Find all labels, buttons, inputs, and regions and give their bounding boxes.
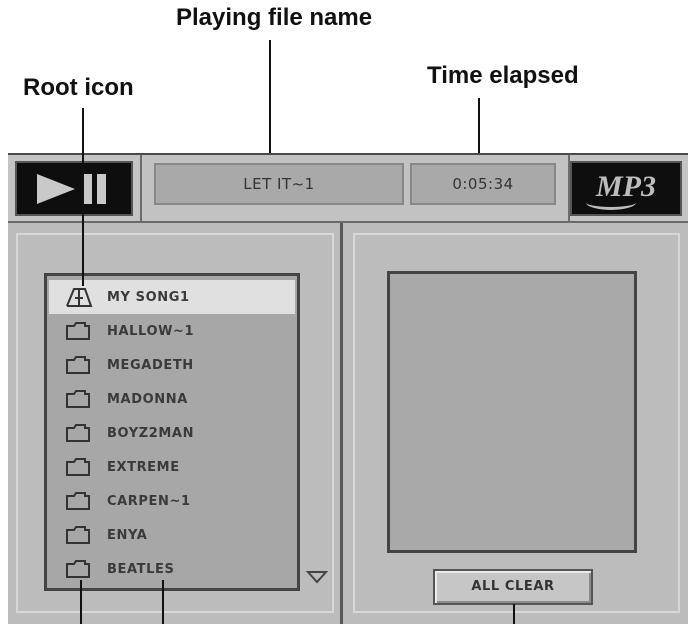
folder-icon	[66, 526, 90, 544]
mp3-swoosh-icon	[586, 195, 636, 210]
leader-line-playing-file-name	[269, 40, 271, 168]
callout-playing-file-name: Playing file name	[176, 4, 373, 31]
folder-icon	[66, 322, 90, 340]
folder-list: MY SONG1 HALLOW~1 MEGADETH MADONNA BOYZ2…	[44, 273, 300, 591]
program-list-area	[387, 271, 637, 553]
list-item[interactable]: ENYA	[49, 518, 295, 552]
folder-icon	[66, 356, 90, 374]
callout-root-icon: Root icon	[23, 74, 134, 101]
list-item[interactable]: MY SONG1	[49, 280, 295, 314]
play-icon	[37, 174, 75, 204]
list-item[interactable]: CARPEN~1	[49, 484, 295, 518]
leader-line-folder-name	[162, 580, 164, 624]
list-item-label: ENYA	[107, 527, 148, 543]
list-item-label: MADONNA	[107, 391, 188, 407]
root-icon	[66, 288, 93, 307]
list-item[interactable]: MADONNA	[49, 382, 295, 416]
list-item[interactable]: BOYZ2MAN	[49, 416, 295, 450]
list-item-label: EXTREME	[107, 459, 180, 475]
leader-line-folder-icon	[80, 580, 82, 624]
leader-line-root-icon	[82, 108, 84, 286]
leader-line-all-clear	[513, 604, 515, 624]
program-pane: ALL CLEAR	[343, 223, 688, 624]
all-clear-button[interactable]: ALL CLEAR	[433, 569, 593, 605]
playing-file-name-display: LET IT~1	[154, 163, 404, 205]
folder-icon	[66, 492, 90, 510]
list-item[interactable]: MEGADETH	[49, 348, 295, 382]
list-item[interactable]: BEATLES	[49, 552, 295, 586]
display-area: LET IT~1 0:05:34	[140, 155, 570, 221]
list-item-label: BOYZ2MAN	[107, 425, 195, 441]
pause-icon-bar-2	[97, 174, 106, 204]
list-item-label: HALLOW~1	[107, 323, 195, 339]
folder-icon	[66, 390, 90, 408]
pause-icon	[83, 174, 92, 204]
list-item-label: MEGADETH	[107, 357, 194, 373]
list-item-label: CARPEN~1	[107, 493, 191, 509]
list-item-label: BEATLES	[107, 561, 175, 577]
list-item[interactable]: EXTREME	[49, 450, 295, 484]
mp3-logo: MP3	[570, 161, 682, 216]
scroll-down-arrow-icon[interactable]	[306, 570, 328, 584]
folder-pane: MY SONG1 HALLOW~1 MEGADETH MADONNA BOYZ2…	[8, 223, 343, 624]
callout-time-elapsed: Time elapsed	[427, 62, 579, 89]
mp3-player-panel: LET IT~1 0:05:34 MP3 MY SONG1 HALLOW~1 M…	[8, 153, 688, 624]
list-item-label: MY SONG1	[107, 289, 190, 305]
play-pause-status[interactable]	[15, 161, 133, 216]
list-item[interactable]: HALLOW~1	[49, 314, 295, 348]
player-top-bar: LET IT~1 0:05:34 MP3	[8, 153, 688, 223]
time-elapsed-display: 0:05:34	[410, 163, 556, 205]
folder-icon	[66, 560, 90, 578]
folder-icon	[66, 458, 90, 476]
folder-icon	[66, 424, 90, 442]
